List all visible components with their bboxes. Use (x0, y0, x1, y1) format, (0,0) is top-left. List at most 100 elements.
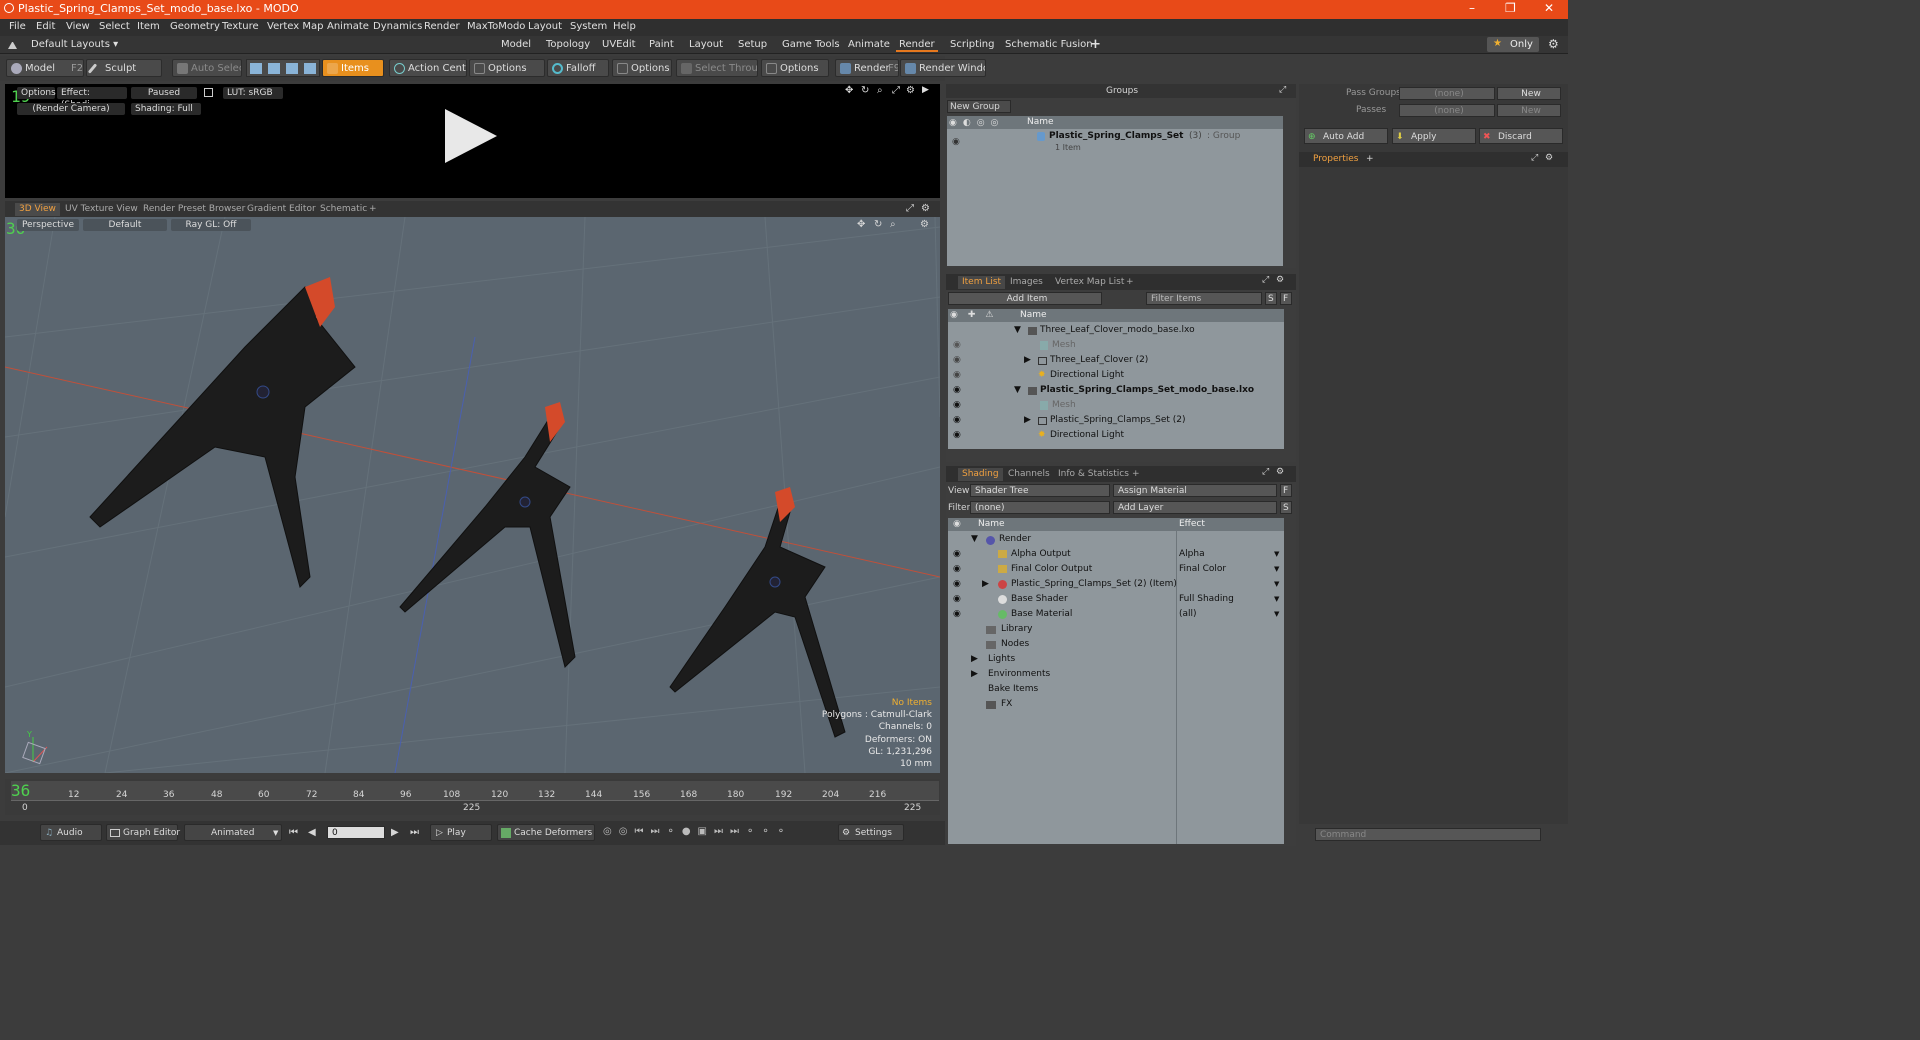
f-button[interactable]: F (1280, 292, 1292, 305)
view-dropdown[interactable]: Shader Tree (970, 484, 1110, 497)
effect-dropdown[interactable]: Effect: (Shadi... (57, 87, 127, 110)
shader-row[interactable]: ◉ ▶ Plastic_Spring_Clamps_Set (2) (Item) ▼ (948, 577, 1284, 592)
minimize-button[interactable]: – (1469, 1, 1475, 15)
paused-toggle[interactable]: Paused (131, 87, 197, 99)
items-button[interactable]: Items (322, 59, 384, 77)
pass-groups-new-button[interactable]: New (1497, 87, 1561, 100)
tab-uvedit[interactable]: UVEdit (599, 38, 639, 52)
eye-icon[interactable]: ◉ (953, 428, 961, 443)
eye-icon[interactable]: ◉ (952, 135, 960, 150)
polygons-icon[interactable] (286, 63, 298, 74)
eye-icon[interactable]: ◉ (953, 562, 961, 577)
tab-layout[interactable]: Layout (686, 38, 726, 52)
menu-layout[interactable]: Layout (528, 21, 562, 32)
chevron-down-icon[interactable]: ▼ (1274, 562, 1279, 577)
menu-view[interactable]: View (66, 21, 90, 32)
materials-icon[interactable] (304, 63, 316, 74)
maximize-icon[interactable]: ⤢ (906, 203, 914, 214)
options-button-1[interactable]: Options (469, 59, 545, 77)
eye-icon[interactable]: ◉ (953, 398, 961, 413)
chevron-down-icon[interactable]: ▼ (1274, 577, 1279, 592)
expand-icon[interactable]: ▶ (971, 667, 978, 682)
list-item[interactable]: ◉ Mesh (948, 398, 1284, 413)
move-icon[interactable]: ✥ (845, 85, 853, 96)
render-preview[interactable]: 19 Options Effect: (Shadi... Paused LUT:… (5, 84, 940, 198)
maximize-icon[interactable]: ⤢ (1531, 153, 1538, 163)
shader-row[interactable]: ▶ Environments (948, 667, 1284, 682)
menu-maxtomodo[interactable]: MaxToModo (467, 21, 525, 32)
menu-animate[interactable]: Animate (327, 21, 369, 32)
lock-icon[interactable] (204, 88, 213, 97)
raygl-dropdown[interactable]: Ray GL: Off (171, 219, 251, 231)
chevron-down-icon[interactable]: ▼ (1274, 592, 1279, 607)
add-tab-button[interactable]: + (1128, 468, 1144, 481)
tab-paint[interactable]: Paint (646, 38, 677, 52)
first-frame-icon[interactable]: ⏮ (289, 827, 298, 838)
menu-select[interactable]: Select (99, 21, 130, 32)
eye-icon[interactable]: ◉ (953, 577, 961, 592)
list-item[interactable]: ◉ ▼ Plastic_Spring_Clamps_Set_modo_base.lx… (948, 383, 1284, 398)
collapse-icon[interactable]: ▼ (1014, 323, 1021, 338)
tab-info-statistics[interactable]: Info & Statistics (1054, 468, 1133, 481)
tab-setup[interactable]: Setup (735, 38, 770, 52)
timeline[interactable]: 36 12 24 36 48 60 72 84 96 108 120 132 1… (5, 779, 940, 815)
menu-dynamics[interactable]: Dynamics (373, 21, 422, 32)
settings-button[interactable]: ⚙ Settings (838, 824, 904, 841)
chevron-down-icon[interactable]: ▼ (1274, 547, 1279, 562)
restore-button[interactable]: ❐ (1505, 1, 1516, 15)
rotate-icon[interactable]: ↻ (861, 85, 869, 96)
layout-up-icon[interactable] (8, 40, 17, 49)
graph-editor-button[interactable]: Graph Editor (106, 824, 180, 841)
s-button[interactable]: S (1265, 292, 1277, 305)
expand-icon[interactable]: ▶ (1024, 353, 1031, 368)
tab-animate[interactable]: Animate (845, 38, 893, 52)
menu-help[interactable]: Help (613, 21, 636, 32)
shader-row[interactable]: ◉ Base Material (all) ▼ (948, 607, 1284, 622)
settings-icon[interactable]: ⚙ (906, 85, 915, 96)
shader-effect[interactable]: (all) (1179, 607, 1197, 622)
add-item-dropdown[interactable]: Add Item (948, 292, 1102, 305)
shading-dropdown[interactable]: Shading: Full (131, 103, 201, 115)
add-properties-tab[interactable]: + (1366, 154, 1374, 164)
tab-game-tools[interactable]: Game Tools (779, 38, 843, 52)
options-button-2[interactable]: Options (612, 59, 672, 77)
eye-icon[interactable]: ◉ (953, 338, 961, 353)
eye-icon[interactable]: ◉ (953, 413, 961, 428)
tab-scripting[interactable]: Scripting (947, 38, 997, 52)
tab-render-preset-browser[interactable]: Render Preset Browser (139, 203, 249, 216)
list-item[interactable]: ◉ ▶ Plastic_Spring_Clamps_Set (2) (948, 413, 1284, 428)
menu-system[interactable]: System (570, 21, 607, 32)
menu-item[interactable]: Item (137, 21, 160, 32)
frame-input[interactable]: 0 (327, 826, 385, 839)
play-button[interactable]: ▷ Play (430, 824, 492, 841)
model-button[interactable]: Model F2 (6, 59, 84, 77)
rotate-icon[interactable]: ↻ (874, 219, 882, 230)
cache-deformers-button[interactable]: Cache Deformers (497, 824, 595, 841)
auto-add-button[interactable]: ⊕ Auto Add (1304, 128, 1388, 144)
perspective-dropdown[interactable]: Perspective (17, 219, 79, 231)
passes-dropdown[interactable]: (none) (1399, 104, 1495, 117)
shader-row[interactable]: Nodes (948, 637, 1284, 652)
eye-icon[interactable]: ◉ (953, 547, 961, 562)
eye-icon[interactable]: ◉ (953, 592, 961, 607)
timeline-ruler[interactable] (11, 781, 939, 801)
group-row[interactable]: ◉ Plastic_Spring_Clamps_Set (3) : Group … (947, 131, 1283, 156)
auto-select-button[interactable]: Auto Select (172, 59, 242, 77)
shader-row[interactable]: ◉ Base Shader Full Shading ▼ (948, 592, 1284, 607)
tab-shading[interactable]: Shading (958, 468, 1003, 481)
tab-properties[interactable]: Properties (1313, 154, 1358, 164)
eye-icon[interactable]: ◉ (953, 368, 961, 383)
action-center-button[interactable]: Action Center (389, 59, 467, 77)
tab-schematic[interactable]: Schematic (316, 203, 371, 216)
menu-texture[interactable]: Texture (222, 21, 259, 32)
f-button[interactable]: F (1280, 484, 1292, 497)
expand-icon[interactable]: ▶ (982, 577, 989, 592)
tab-item-list[interactable]: Item List (958, 276, 1006, 289)
shader-effect[interactable]: Full Shading (1179, 592, 1234, 607)
new-group-button[interactable]: New Group (947, 100, 1011, 113)
shader-row[interactable]: ◉ Alpha Output Alpha ▼ (948, 547, 1284, 562)
tab-3d-view[interactable]: 3D View (15, 203, 60, 216)
maximize-icon[interactable]: ⤢ (1262, 275, 1269, 285)
add-layer-dropdown[interactable]: Add Layer (1113, 501, 1277, 514)
render-window-button[interactable]: Render Window (900, 59, 986, 77)
